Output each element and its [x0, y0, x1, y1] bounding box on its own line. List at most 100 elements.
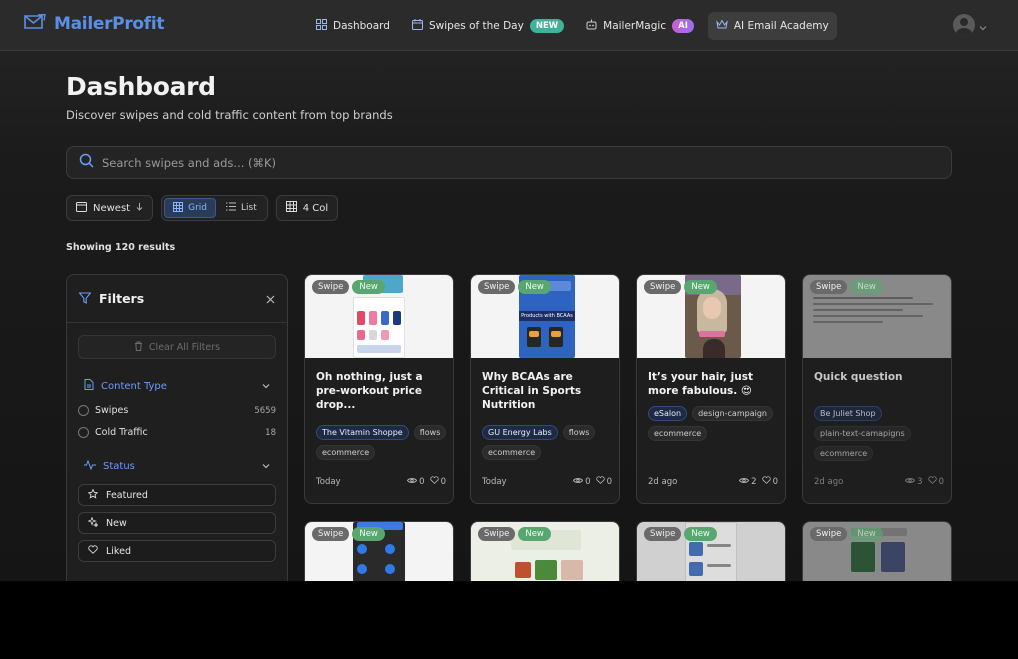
card-date: 2d ago [648, 476, 678, 487]
likes-stat[interactable]: 0 [429, 476, 446, 487]
tag[interactable]: ecommerce [316, 445, 376, 460]
content-type-section-toggle[interactable]: Content Type [84, 379, 270, 393]
tag[interactable]: design-campaign [692, 406, 773, 421]
swipe-card[interactable]: Swipe New [802, 521, 952, 581]
card-badges: Swipe New [312, 280, 385, 294]
avatar [953, 14, 975, 36]
view-toggle: Grid List [161, 195, 268, 221]
new-badge: New [684, 280, 717, 294]
swipe-card[interactable]: Swipe New [470, 521, 620, 581]
likes-stat[interactable]: 0 [761, 476, 778, 487]
new-badge: New [518, 527, 551, 541]
app-name: MailerProfit [54, 14, 165, 34]
status-featured-button[interactable]: Featured [78, 484, 276, 506]
sort-label: Newest [93, 202, 131, 214]
views-count: 3 [917, 476, 923, 487]
swipe-card[interactable]: Products with BCAAs Swipe New Why BCAAs … [470, 274, 620, 504]
close-icon[interactable] [266, 289, 275, 308]
nav-mailermagic[interactable]: MailerMagic AI [578, 12, 702, 40]
filter-option-cold-traffic[interactable]: Cold Traffic 18 [78, 427, 276, 438]
brand-tag[interactable]: Be Juliet Shop [814, 406, 882, 421]
heart-icon [927, 476, 937, 487]
swipe-badge: Swipe [312, 527, 350, 541]
nav-label: MailerMagic [603, 20, 667, 32]
nav-label: Swipes of the Day [428, 20, 524, 32]
app-root: MailerProfit Dashboard Swipes of the Day… [0, 0, 1018, 581]
swipe-badge: Swipe [644, 280, 682, 294]
chevron-down-icon [262, 381, 270, 392]
heart-icon [761, 476, 771, 487]
tag[interactable]: ecommerce [814, 446, 874, 461]
brand-tag[interactable]: The Vitamin Shoppe [316, 425, 409, 440]
logo[interactable]: MailerProfit [24, 13, 165, 34]
filter-option-swipes[interactable]: Swipes 5659 [78, 405, 276, 416]
tag[interactable]: flows [562, 425, 596, 440]
grid-icon [316, 19, 327, 33]
heart-icon [595, 476, 605, 487]
brand-tag[interactable]: GU Energy Labs [482, 425, 558, 440]
nav-ai-email-academy[interactable]: AI Email Academy [707, 12, 837, 40]
swipe-badge: Swipe [810, 527, 848, 541]
card-badges: Swipe New [478, 280, 551, 294]
eye-icon [905, 477, 916, 487]
tag[interactable]: plain-text-camapigns [814, 426, 911, 441]
tag[interactable]: flows [413, 425, 447, 440]
results-count: Showing 120 results [66, 242, 176, 253]
eye-icon [407, 477, 418, 487]
card-badges: Swipe New [810, 280, 883, 294]
tag[interactable]: ecommerce [648, 426, 708, 441]
status-liked-button[interactable]: Liked [78, 540, 276, 562]
swipe-card[interactable]: Swipe New [304, 521, 454, 581]
search-bar[interactable] [66, 146, 952, 179]
clear-filters-button[interactable]: Clear All Filters [78, 335, 276, 359]
radio-button[interactable] [78, 405, 89, 416]
swipe-card[interactable]: Swipe New Quick question Be Juliet Shop … [802, 274, 952, 504]
robot-icon [586, 19, 597, 33]
swipe-badge: Swipe [810, 280, 848, 294]
user-menu[interactable] [953, 14, 987, 36]
chevron-down-icon [262, 461, 270, 472]
likes-stat[interactable]: 0 [595, 476, 612, 487]
filters-header: Filters [67, 275, 287, 323]
nav-swipes-of-the-day[interactable]: Swipes of the Day NEW [404, 12, 572, 40]
views-stat: 2 [739, 476, 757, 487]
card-title: Why BCAAs are Critical in Sports Nutriti… [482, 371, 582, 411]
card-tags: eSalon design-campaign ecommerce [648, 406, 780, 441]
card-date: 2d ago [814, 476, 844, 487]
swipe-card[interactable]: Swipe New Oh nothing, just a pre-workout… [304, 274, 454, 504]
table-icon [285, 201, 297, 215]
card-title: Oh nothing, just a pre-workout price dro… [316, 371, 423, 411]
card-badges: Swipe New [644, 527, 717, 541]
status-label: Liked [106, 545, 131, 557]
radio-button[interactable] [78, 427, 89, 438]
card-tags: The Vitamin Shoppe flows ecommerce [316, 425, 448, 460]
eye-icon [573, 477, 584, 487]
nav-dashboard[interactable]: Dashboard [308, 12, 398, 40]
grid-label: Grid [188, 203, 207, 213]
search-input[interactable] [102, 155, 702, 170]
top-nav-bar: MailerProfit Dashboard Swipes of the Day… [0, 0, 1018, 51]
brand-tag[interactable]: eSalon [648, 406, 688, 421]
card-title: Quick question [814, 371, 903, 383]
tag[interactable]: ecommerce [482, 445, 542, 460]
status-new-button[interactable]: New [78, 512, 276, 534]
card-tags: GU Energy Labs flows ecommerce [482, 425, 614, 460]
columns-label: 4 Col [302, 202, 329, 214]
main-nav: Dashboard Swipes of the Day NEW MailerMa… [308, 12, 837, 40]
views-count: 2 [751, 476, 757, 487]
grid-view-button[interactable]: Grid [164, 198, 216, 218]
views-stat: 3 [905, 476, 923, 487]
view-controls: Newest Grid List 4 Col [66, 195, 339, 221]
new-badge: NEW [529, 19, 565, 33]
card-date: Today [316, 476, 341, 487]
swipe-card[interactable]: Swipe New [636, 521, 786, 581]
swipe-card[interactable]: Swipe New It’s your hair, just more fabu… [636, 274, 786, 504]
columns-dropdown[interactable]: 4 Col [275, 195, 339, 221]
swipe-badge: Swipe [312, 280, 350, 294]
list-view-button[interactable]: List [218, 198, 265, 218]
likes-stat[interactable]: 0 [927, 476, 944, 487]
nav-label: Dashboard [333, 20, 390, 32]
sort-dropdown[interactable]: Newest [66, 195, 154, 221]
status-section-toggle[interactable]: Status [84, 459, 270, 473]
envelope-logo-icon [24, 13, 46, 34]
